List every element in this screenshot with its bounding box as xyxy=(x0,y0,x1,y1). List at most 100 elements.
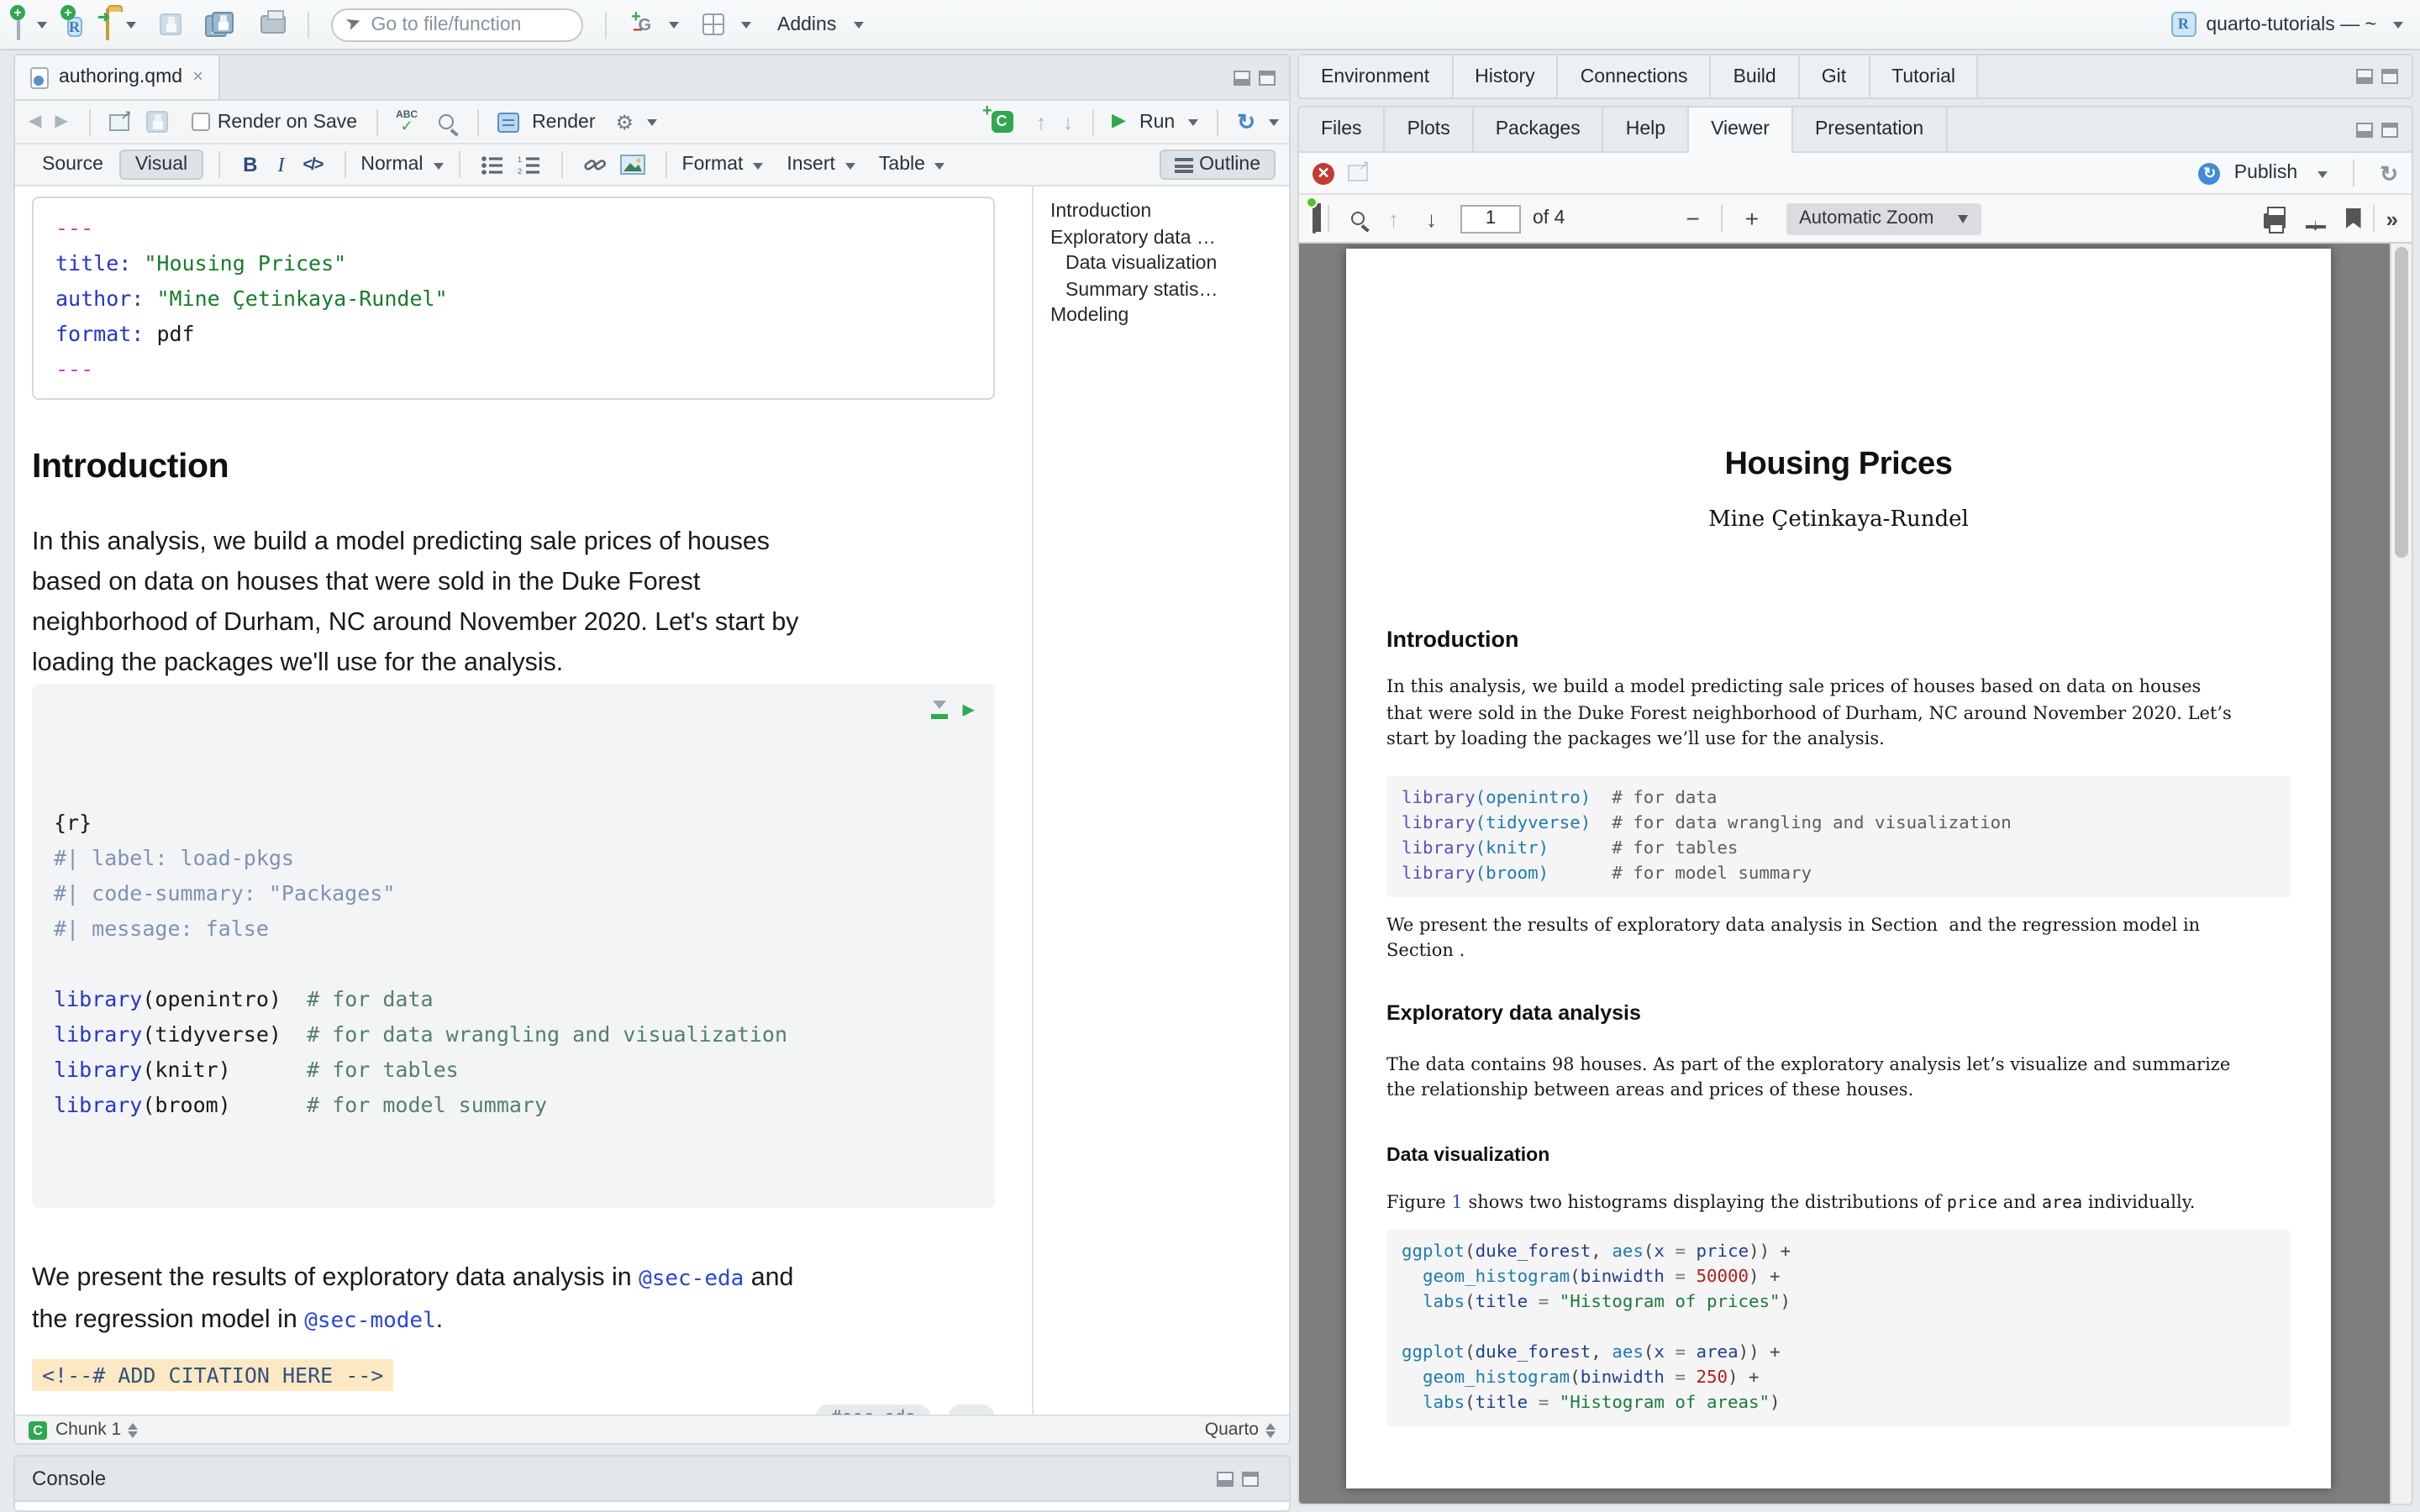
bullet-list-icon[interactable] xyxy=(481,155,504,175)
tab-help[interactable]: Help xyxy=(1604,108,1689,151)
maximize-pane-icon[interactable] xyxy=(2381,122,2398,137)
paragraph-style-select[interactable]: Normal xyxy=(360,155,423,175)
outline-item-modeling[interactable]: Modeling xyxy=(1050,304,1289,330)
paragraph-present[interactable]: We present the results of exploratory da… xyxy=(32,1258,1022,1342)
console-header[interactable]: Console xyxy=(15,1457,1289,1502)
publish-caret[interactable] xyxy=(2317,171,2328,182)
goto-file-function-box[interactable]: ➤ Go to file/function xyxy=(330,8,582,41)
document-type-caret[interactable] xyxy=(1265,1417,1276,1442)
save-document-button[interactable] xyxy=(147,111,169,133)
spellcheck-icon[interactable]: ABC✓ xyxy=(396,110,418,134)
render-button[interactable]: Render xyxy=(532,112,595,132)
new-project-button[interactable]: R+ xyxy=(67,9,82,39)
code-format-button[interactable]: </> xyxy=(296,155,329,174)
tab-plots[interactable]: Plots xyxy=(1386,108,1474,151)
stop-icon[interactable]: ✕ xyxy=(1313,162,1334,184)
section-more-button[interactable]: ··· xyxy=(948,1404,995,1415)
new-file-button[interactable]: + xyxy=(17,9,20,39)
tab-environment[interactable]: Environment xyxy=(1299,55,1453,97)
zoom-out-icon[interactable]: − xyxy=(1676,207,1709,230)
save-all-button[interactable] xyxy=(204,12,233,37)
bold-button[interactable]: B xyxy=(234,153,266,176)
italic-button[interactable]: I xyxy=(269,152,292,177)
citation-comment[interactable]: <!--# ADD CITATION HERE --> xyxy=(32,1359,393,1391)
pdf-previous-page-icon[interactable]: ↑ xyxy=(1388,207,1399,229)
addins-caret[interactable] xyxy=(853,22,863,34)
pdf-bookmark-icon[interactable] xyxy=(2346,208,2361,228)
version-control-caret[interactable] xyxy=(668,22,678,34)
zoom-select[interactable]: Automatic Zoom xyxy=(1786,202,1981,234)
outline-item-eda[interactable]: Exploratory data … xyxy=(1050,226,1289,252)
run-all-chunks-above-icon[interactable] xyxy=(931,700,948,718)
source-mode-button[interactable]: Source xyxy=(29,151,117,178)
new-file-dropdown-caret[interactable] xyxy=(37,22,47,34)
format-menu-caret[interactable] xyxy=(753,162,763,174)
render-settings-caret[interactable] xyxy=(647,119,657,131)
pdf-viewer-area[interactable]: Housing Prices Mine Çetinkaya-Rundel Int… xyxy=(1299,244,2412,1504)
open-file-button[interactable] xyxy=(105,9,108,39)
minimize-pane-icon[interactable] xyxy=(1217,1471,1234,1486)
run-caret[interactable] xyxy=(1188,119,1198,131)
pdf-search-icon[interactable] xyxy=(1351,212,1365,225)
tab-history[interactable]: History xyxy=(1453,55,1559,97)
image-icon[interactable] xyxy=(620,155,645,175)
pdf-download-icon[interactable] xyxy=(2306,208,2326,228)
maximize-pane-icon[interactable] xyxy=(2381,69,2398,84)
chunk-position-label[interactable]: Chunk 1 xyxy=(55,1420,121,1440)
forward-icon[interactable]: ▶ xyxy=(51,113,71,130)
table-menu[interactable]: Table xyxy=(879,155,925,175)
tab-build[interactable]: Build xyxy=(1712,55,1800,97)
tab-connections[interactable]: Connections xyxy=(1559,55,1712,97)
popout-editor-icon[interactable] xyxy=(110,113,130,130)
maximize-pane-icon[interactable] xyxy=(1259,70,1276,85)
run-chunk-icon[interactable]: ▶ xyxy=(963,699,975,719)
outline-item-summary-statistics[interactable]: Summary statis… xyxy=(1050,278,1289,304)
find-replace-icon[interactable] xyxy=(438,114,453,129)
run-icon[interactable]: ▶ xyxy=(1112,113,1126,131)
section-id-badge[interactable]: #sec-eda xyxy=(816,1404,931,1415)
tab-tutorial[interactable]: Tutorial xyxy=(1870,55,1979,97)
insert-menu-caret[interactable] xyxy=(845,162,855,174)
addins-button[interactable]: Addins xyxy=(777,14,836,34)
visual-mode-button[interactable]: Visual xyxy=(120,150,203,180)
open-file-dropdown-caret[interactable] xyxy=(125,22,135,34)
tab-files[interactable]: Files xyxy=(1299,108,1386,151)
render-settings-gear-icon[interactable]: ⚙ xyxy=(616,112,634,132)
pdf-tools-expand-icon[interactable]: » xyxy=(2386,206,2398,231)
insert-chunk-button[interactable]: C xyxy=(991,111,1013,133)
rerun-caret[interactable] xyxy=(1269,119,1279,131)
rerun-icon[interactable]: ↻ xyxy=(1237,111,1255,133)
minimize-pane-icon[interactable] xyxy=(2356,122,2373,137)
outline-toggle-button[interactable]: Outline xyxy=(1159,150,1276,180)
zoom-in-icon[interactable]: + xyxy=(1735,207,1769,230)
print-button[interactable] xyxy=(260,15,285,34)
insert-menu[interactable]: Insert xyxy=(786,155,835,175)
version-control-button[interactable]: +−G xyxy=(628,12,651,37)
paragraph-style-caret[interactable] xyxy=(434,162,444,174)
panes-layout-caret[interactable] xyxy=(740,22,750,34)
publish-icon[interactable]: ↻ xyxy=(2199,162,2221,184)
render-on-save-checkbox[interactable] xyxy=(192,113,211,131)
tab-presentation[interactable]: Presentation xyxy=(1793,108,1947,151)
table-menu-caret[interactable] xyxy=(935,162,945,174)
project-menu[interactable]: R quarto-tutorials — ~ xyxy=(2170,12,2403,37)
chunk-nav-icon[interactable] xyxy=(128,1417,138,1442)
pdf-print-icon[interactable] xyxy=(2264,213,2286,228)
panes-layout-button[interactable] xyxy=(702,13,723,35)
tab-viewer[interactable]: Viewer xyxy=(1689,108,1793,153)
refresh-viewer-icon[interactable]: ↻ xyxy=(2380,162,2398,184)
yaml-front-matter[interactable]: ---title: "Housing Prices"author: "Mine … xyxy=(32,197,995,400)
document-type-label[interactable]: Quarto xyxy=(1205,1420,1259,1440)
go-to-previous-chunk-icon[interactable]: ↑ xyxy=(1036,112,1046,132)
pdf-page-input[interactable] xyxy=(1460,204,1521,233)
go-to-next-chunk-icon[interactable]: ↓ xyxy=(1063,112,1073,132)
render-icon[interactable] xyxy=(497,112,518,132)
maximize-pane-icon[interactable] xyxy=(1242,1471,1259,1486)
format-menu[interactable]: Format xyxy=(682,155,744,175)
outline-item-data-visualization[interactable]: Data visualization xyxy=(1050,252,1289,278)
tab-packages[interactable]: Packages xyxy=(1474,108,1604,151)
minimize-pane-icon[interactable] xyxy=(2356,69,2373,84)
visual-editor-canvas[interactable]: ---title: "Housing Prices"author: "Mine … xyxy=(15,186,1022,1415)
back-icon[interactable]: ◀ xyxy=(25,113,45,130)
tab-authoring-qmd[interactable]: authoring.qmd × xyxy=(15,54,220,99)
